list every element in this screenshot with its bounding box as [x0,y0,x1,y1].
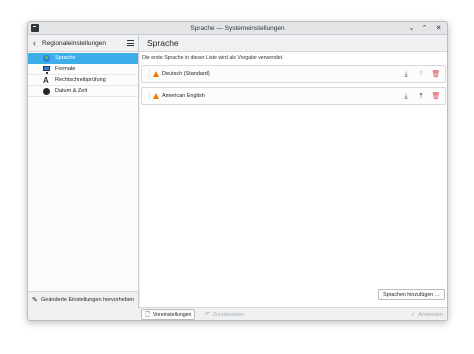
sidebar: ‹ Regionaleinstellungen Sprache Formate … [28,35,139,309]
language-label: Deutsch (Standard) [162,71,210,77]
language-hint: Die erste Sprache in dieser Liste wird a… [142,55,284,61]
drag-handle-icon[interactable]: ⋮ [146,92,153,101]
undo-icon: ↶ [205,312,211,318]
remove-icon[interactable]: 🗑 [431,69,441,80]
globe-flag-icon [43,55,50,62]
document-icon: 🗋 [145,312,150,318]
apply-label: Anwenden [418,312,443,318]
remove-icon[interactable]: 🗑 [431,91,441,102]
defaults-label: Voreinstellungen [153,312,192,318]
sidebar-nav: Sprache Formate A Rechtschreibprüfung Da… [28,53,138,97]
defaults-button[interactable]: 🗋 Voreinstellungen [141,309,196,320]
sidebar-header: ‹ Regionaleinstellungen [28,35,138,52]
add-languages-button[interactable]: Sprachen hinzufügen … [378,289,445,300]
sidebar-item-rechtschreibpruefung[interactable]: A Rechtschreibprüfung [28,75,138,86]
sidebar-item-label: Sprache [55,55,76,61]
reset-button: ↶ Zurücksetzen [201,309,248,320]
close-button[interactable]: ✕ [433,23,444,34]
bottom-action-bar: 🗋 Voreinstellungen ↶ Zurücksetzen ✓ Anwe… [139,307,447,320]
move-to-top-icon: ⤒ [419,71,423,78]
pen-icon: ✎ [32,297,38,304]
checkmark-icon: ✓ [410,312,416,318]
main-panel: Sprache Die erste Sprache in dieser List… [140,35,447,309]
title-bar[interactable]: Sprache — Systemeinstellungen ⌄ ⌃ ✕ [28,22,447,35]
hamburger-menu-icon[interactable] [127,40,134,46]
drag-handle-icon[interactable]: ⋮ [146,70,153,79]
warning-icon [153,93,159,99]
main-header: Sprache [140,35,447,52]
sidebar-title: Regionaleinstellungen [42,40,106,47]
sidebar-item-datum-zeit[interactable]: Datum & Zeit [28,86,138,97]
sidebar-item-label: Datum & Zeit [55,88,88,94]
language-row-deutsch[interactable]: ⋮ Deutsch (Standard) ⤓ ⤒ 🗑 [141,65,446,83]
sidebar-item-label: Rechtschreibprüfung [55,77,106,83]
clock-icon [43,88,50,95]
window-title: Sprache — Systemeinstellungen [190,25,285,32]
move-down-icon[interactable]: ⤓ [401,69,411,80]
page-title: Sprache [147,38,179,48]
sidebar-item-label: Formate [55,66,76,72]
minimize-button[interactable]: ⌄ [406,23,417,34]
apply-button: ✓ Anwenden [406,309,447,320]
move-down-icon[interactable]: ⤓ [401,91,411,102]
move-to-top-icon[interactable]: ⤒ [416,91,426,102]
back-button[interactable]: ‹ [33,38,36,48]
spellcheck-icon: A [43,76,49,85]
sidebar-item-formate[interactable]: Formate [28,64,138,75]
highlight-changed-label: Geänderte Einstellungen hervorheben [41,297,134,303]
language-list: ⋮ Deutsch (Standard) ⤓ ⤒ 🗑 ⋮ American En… [141,65,446,109]
reset-label: Zurücksetzen [213,312,245,318]
settings-window: Sprache — Systemeinstellungen ⌄ ⌃ ✕ ‹ Re… [27,21,448,321]
language-label: American English [162,93,205,99]
sidebar-item-sprache[interactable]: Sprache [28,53,138,64]
highlight-changed-settings-button[interactable]: ✎ Geänderte Einstellungen hervorheben [28,291,138,309]
maximize-button[interactable]: ⌃ [419,23,430,34]
monitor-icon [43,66,50,74]
warning-icon [153,71,159,77]
language-row-american-english[interactable]: ⋮ American English ⤓ ⤒ 🗑 [141,87,446,105]
